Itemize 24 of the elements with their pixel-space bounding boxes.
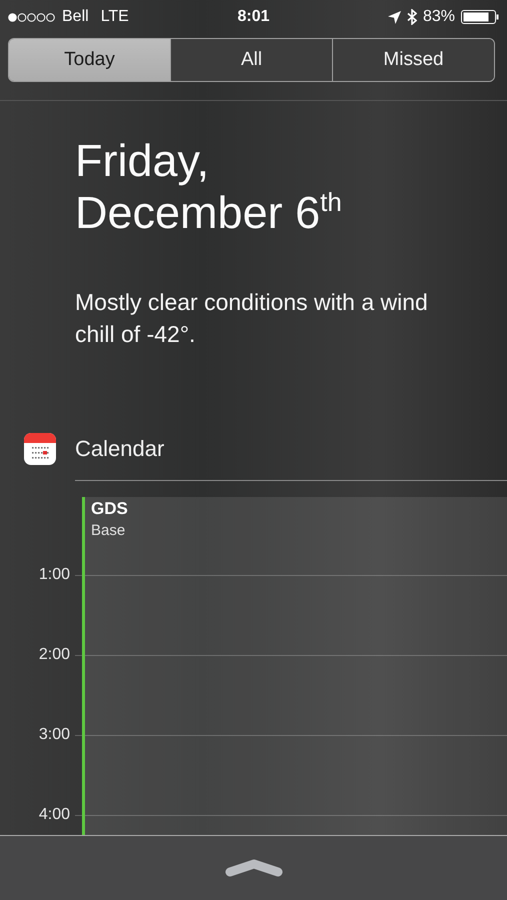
segment-tab[interactable]: Today	[9, 39, 170, 81]
calendar-event[interactable]: GDS Base	[82, 497, 507, 835]
calendar-section-title: Calendar	[75, 436, 164, 462]
hour-label: 3:00	[38, 726, 70, 744]
battery-percentage: 83%	[422, 8, 455, 26]
battery-icon	[461, 10, 499, 24]
network-type: LTE	[100, 8, 129, 26]
grabber-handle-icon[interactable]	[224, 859, 282, 877]
hour-label: 1:00	[38, 566, 70, 584]
carrier-name: Bell	[62, 8, 89, 26]
date-heading: December 6$^{th}$	[75, 187, 343, 239]
hour-label: 2:00	[38, 646, 70, 664]
location-arrow-icon	[388, 10, 401, 24]
event-calendar-name: Base	[91, 522, 126, 539]
bluetooth-icon	[406, 9, 417, 25]
calendar-app-icon	[24, 433, 56, 465]
weather-summary: Mostly clear conditions with a wind chill of -42°.	[75, 288, 429, 349]
segment-tab[interactable]: All	[170, 39, 332, 81]
signal-icon	[8, 12, 56, 22]
segment-tab[interactable]: Missed	[332, 39, 494, 81]
hour-label: 4:00	[38, 806, 70, 824]
clock-time: 8:01	[237, 8, 270, 26]
event-title: GDS	[91, 499, 128, 519]
weekday-heading: Friday,	[75, 135, 210, 187]
